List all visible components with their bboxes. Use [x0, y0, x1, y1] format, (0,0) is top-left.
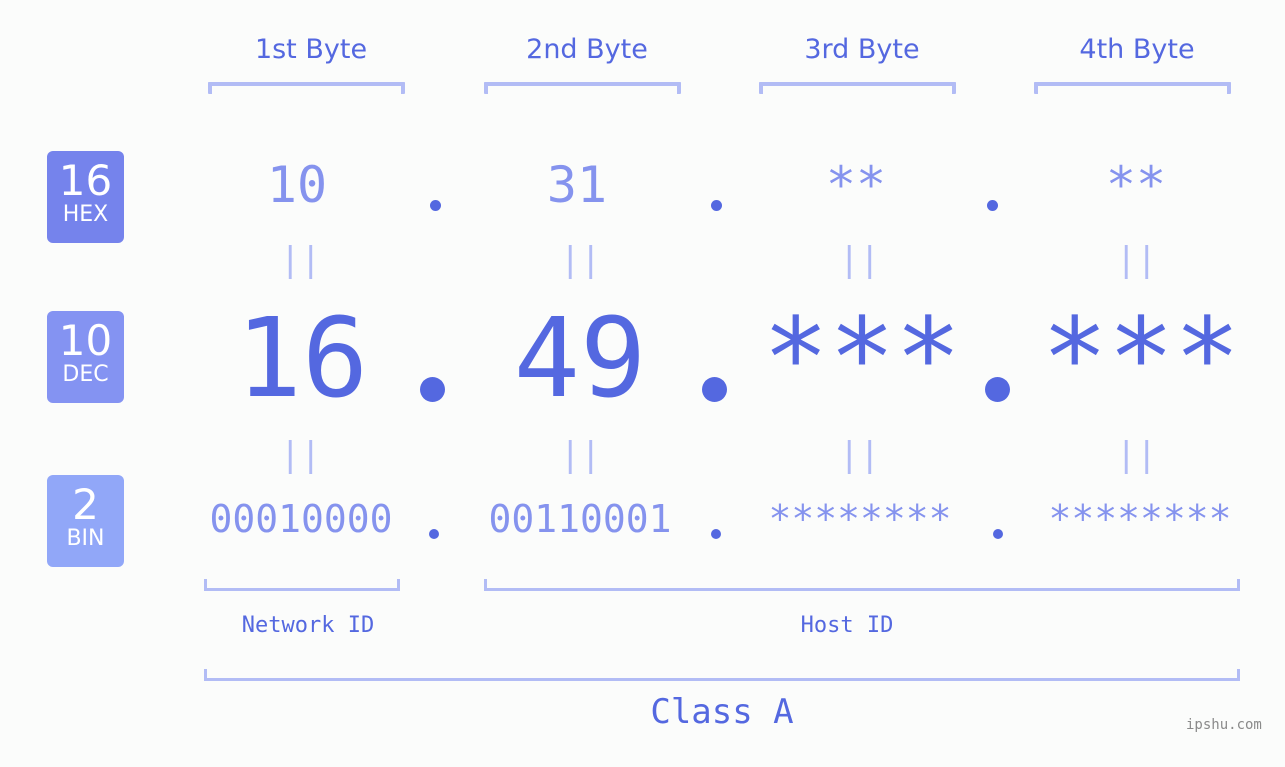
dec-badge-number: 10 — [58, 316, 113, 365]
bin-value-3: ******** — [768, 497, 952, 541]
dec-value-2: 49 — [513, 294, 647, 422]
byte-bracket-2 — [484, 82, 681, 94]
dec-badge: 10 DEC — [47, 311, 124, 403]
dec-value-1: 16 — [235, 294, 369, 422]
bin-dot-1 — [429, 529, 439, 539]
byte-header-1: 1st Byte — [254, 34, 368, 65]
hex-value-2: 31 — [546, 156, 608, 214]
dec-dot-2 — [702, 377, 727, 402]
equals-icon: || — [839, 240, 880, 280]
dec-badge-label: DEC — [62, 362, 109, 387]
watermark: ipshu.com — [1186, 717, 1262, 733]
byte-bracket-3 — [759, 82, 956, 94]
equals-icon: || — [280, 435, 321, 475]
hex-badge: 16 HEX — [47, 151, 124, 243]
dec-value-3: *** — [762, 294, 962, 422]
dec-value-4: *** — [1041, 294, 1241, 422]
bin-badge-label: BIN — [66, 526, 105, 551]
equals-icon: || — [839, 435, 880, 475]
byte-bracket-4 — [1034, 82, 1231, 94]
hex-value-3: ** — [825, 156, 887, 214]
byte-header-2: 2nd Byte — [526, 34, 648, 65]
byte-header-3: 3rd Byte — [804, 34, 920, 65]
equals-icon: || — [1116, 435, 1157, 475]
hex-badge-label: HEX — [62, 202, 109, 227]
bin-value-1: 00010000 — [209, 497, 393, 541]
hex-dot-3 — [987, 200, 998, 211]
dec-dot-3 — [985, 377, 1010, 402]
bin-value-2: 00110001 — [488, 497, 672, 541]
hex-dot-1 — [430, 200, 441, 211]
equals-icon: || — [280, 240, 321, 280]
bin-value-4: ******** — [1048, 497, 1232, 541]
bin-dot-2 — [711, 529, 721, 539]
hex-value-4: ** — [1105, 156, 1167, 214]
host-id-bracket — [484, 579, 1240, 591]
equals-icon: || — [560, 240, 601, 280]
class-bracket — [204, 669, 1240, 681]
equals-icon: || — [1116, 240, 1157, 280]
network-id-label: Network ID — [241, 613, 375, 638]
network-id-bracket — [204, 579, 400, 591]
byte-bracket-1 — [208, 82, 405, 94]
bin-dot-3 — [993, 529, 1003, 539]
class-label: Class A — [650, 692, 794, 732]
hex-dot-2 — [711, 200, 722, 211]
byte-header-4: 4th Byte — [1079, 34, 1195, 65]
equals-icon: || — [560, 435, 601, 475]
bin-badge: 2 BIN — [47, 475, 124, 567]
hex-value-1: 10 — [266, 156, 328, 214]
host-id-label: Host ID — [800, 613, 894, 638]
bin-badge-number: 2 — [72, 480, 99, 529]
hex-badge-number: 16 — [58, 156, 113, 205]
dec-dot-1 — [420, 377, 445, 402]
